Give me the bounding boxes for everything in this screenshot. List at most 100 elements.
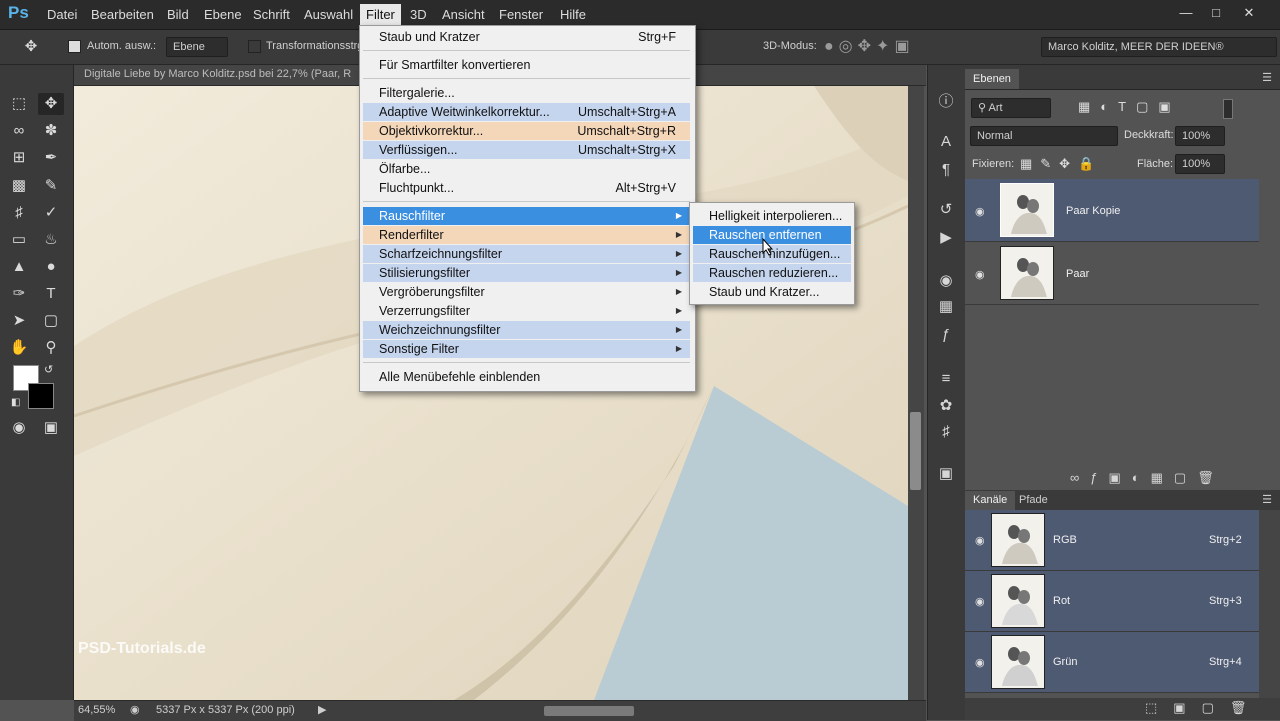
channel-row[interactable]: ◉ RGB Strg+2: [965, 510, 1259, 571]
eyedropper-icon[interactable]: ✒: [38, 147, 64, 169]
horizontal-scrollbar-thumb[interactable]: [544, 706, 634, 716]
info-icon[interactable]: ⓘ: [934, 91, 958, 113]
maximize-icon[interactable]: □: [1203, 3, 1229, 23]
channels-scrollbar[interactable]: [1259, 510, 1280, 700]
eye-icon[interactable]: ◉: [975, 595, 991, 608]
move-tool-preset-icon[interactable]: ✥: [18, 36, 44, 58]
paint-bucket-icon[interactable]: ♨: [38, 229, 64, 251]
layer-actions-icons[interactable]: ∞ƒ▣◐▦▢🗑: [1070, 470, 1225, 486]
menu-auswahl[interactable]: Auswahl: [298, 5, 359, 24]
auto-select-dropdown[interactable]: Ebene: [166, 37, 228, 57]
3d-tools-icon[interactable]: ●◎✥✦▣: [824, 36, 915, 56]
eye-icon[interactable]: ◉: [975, 534, 991, 547]
stylize-filter-item[interactable]: Stilisierungsfilter ▶: [363, 264, 690, 282]
3d-panel-icon[interactable]: ▣: [934, 463, 958, 485]
history-brush-icon[interactable]: ✓: [38, 202, 64, 224]
lens-correction-item[interactable]: Objektivkorrektur... Umschalt+Strg+R: [363, 122, 690, 140]
paragraph-icon[interactable]: ¶: [934, 159, 958, 181]
close-icon[interactable]: ✕: [1236, 3, 1262, 23]
default-colors-icon[interactable]: ◧: [11, 397, 20, 408]
properties-icon[interactable]: ≡: [934, 368, 958, 390]
type-tool-icon[interactable]: T: [38, 283, 64, 305]
tab-channels[interactable]: Kanäle: [965, 491, 1016, 510]
blend-mode-dropdown[interactable]: Normal: [970, 126, 1118, 146]
workspace-dropdown[interactable]: Marco Kolditz, MEER DER IDEEN®: [1041, 37, 1277, 57]
panel-menu-icon[interactable]: ☰: [1262, 493, 1272, 506]
stamp-tool-icon[interactable]: ♯: [6, 202, 32, 224]
show-all-menu-item[interactable]: Alle Menübefehle einblenden: [363, 368, 690, 386]
adaptive-wide-angle-item[interactable]: Adaptive Weitwinkelkorrektur... Umschalt+…: [363, 103, 690, 121]
layer-row[interactable]: ◉ Paar Kopie: [965, 179, 1259, 242]
brush-presets-icon[interactable]: ✿: [934, 395, 958, 417]
panel-menu-icon[interactable]: ☰: [1262, 71, 1272, 84]
render-filter-item[interactable]: Renderfilter ▶: [363, 226, 690, 244]
oil-paint-item[interactable]: Ölfarbe...: [363, 160, 690, 178]
layer-filter-icons[interactable]: ▦◐T▢▣: [1078, 99, 1181, 115]
vanishing-point-item[interactable]: Fluchtpunkt... Alt+Strg+V: [363, 179, 690, 197]
distort-filter-item[interactable]: Verzerrungsfilter ▶: [363, 302, 690, 320]
channel-actions-icons[interactable]: ⬚▣▢🗑: [1145, 700, 1262, 716]
lock-icons[interactable]: ▦✎✥🔒: [1020, 156, 1102, 172]
swap-colors-icon[interactable]: ↺: [44, 363, 53, 376]
actions-icon[interactable]: ▶: [934, 227, 958, 249]
menu-datei[interactable]: Datei: [41, 5, 83, 24]
eraser-tool-icon[interactable]: ▭: [6, 229, 32, 251]
menu-schrift[interactable]: Schrift: [247, 5, 296, 24]
menu-ansicht[interactable]: Ansicht: [436, 5, 491, 24]
layer-filter-dropdown[interactable]: ⚲ Art: [971, 98, 1051, 118]
background-color-swatch[interactable]: [28, 383, 54, 409]
menu-fenster[interactable]: Fenster: [493, 5, 549, 24]
other-filter-item[interactable]: Sonstige Filter ▶: [363, 340, 690, 358]
reduce-noise-item[interactable]: Rauschen reduzieren...: [693, 264, 851, 282]
auto-select-checkbox[interactable]: [68, 40, 81, 53]
vertical-scrollbar[interactable]: [908, 86, 924, 700]
quick-select-icon[interactable]: ✽: [38, 120, 64, 142]
crop-tool-icon[interactable]: ⊞: [6, 147, 32, 169]
last-filter-item[interactable]: Staub und Kratzer Strg+F: [363, 28, 690, 46]
eye-icon[interactable]: ◉: [975, 656, 991, 669]
styles-icon[interactable]: ▦: [934, 296, 958, 318]
brush-tool-icon[interactable]: ✎: [38, 175, 64, 197]
menu-bearbeiten[interactable]: Bearbeiten: [85, 5, 160, 24]
eye-icon[interactable]: ◉: [975, 205, 991, 218]
sharpen-filter-item[interactable]: Scharfzeichnungsfilter ▶: [363, 245, 690, 263]
filter-gallery-item[interactable]: Filtergalerie...: [363, 84, 690, 102]
path-select-icon[interactable]: ➤: [6, 310, 32, 332]
channel-row[interactable]: ◉ Rot Strg+3: [965, 571, 1259, 632]
pen-tool-icon[interactable]: ✑: [6, 283, 32, 305]
blur-filter-item[interactable]: Weichzeichnungsfilter ▶: [363, 321, 690, 339]
pixelate-filter-item[interactable]: Vergröberungsfilter ▶: [363, 283, 690, 301]
move-tool-icon[interactable]: ✥: [38, 93, 64, 115]
blur-tool-icon[interactable]: ▲: [6, 256, 32, 278]
tab-layers[interactable]: Ebenen: [965, 69, 1019, 89]
dust-scratches-item[interactable]: Staub und Kratzer...: [693, 283, 851, 301]
noise-filter-item[interactable]: Rauschfilter ▶: [363, 207, 690, 225]
layer-row[interactable]: ◉ Paar: [965, 242, 1259, 305]
menu-bild[interactable]: Bild: [161, 5, 195, 24]
quick-mask-icon[interactable]: ◉: [6, 417, 32, 439]
liquify-item[interactable]: Verflüssigen... Umschalt+Strg+X: [363, 141, 690, 159]
scrollbar-thumb[interactable]: [910, 412, 921, 490]
zoom-tool-icon[interactable]: ⚲: [38, 337, 64, 359]
eye-icon[interactable]: ◉: [975, 268, 991, 281]
channel-row[interactable]: ◉ Grün Strg+4: [965, 632, 1259, 693]
doc-info-icon[interactable]: ◉: [130, 703, 140, 716]
marquee-tool-icon[interactable]: ⬚: [6, 93, 32, 115]
clone-source-icon[interactable]: ♯: [934, 421, 958, 443]
menu-hilfe[interactable]: Hilfe: [554, 5, 592, 24]
fill-field[interactable]: 100%: [1175, 154, 1225, 174]
status-arrow-icon[interactable]: ▶: [318, 703, 326, 716]
transform-checkbox[interactable]: [248, 40, 261, 53]
shape-tool-icon[interactable]: ▢: [38, 310, 64, 332]
menu-filter[interactable]: Filter: [360, 4, 401, 25]
adjustments-icon[interactable]: ƒ: [934, 324, 958, 346]
zoom-level[interactable]: 64,55%: [78, 704, 115, 716]
filter-toggle-switch[interactable]: [1223, 99, 1233, 119]
history-icon[interactable]: ↺: [934, 199, 958, 221]
healing-brush-icon[interactable]: ▩: [6, 175, 32, 197]
interpolate-brightness-item[interactable]: Helligkeit interpolieren...: [693, 207, 851, 225]
opacity-field[interactable]: 100%: [1175, 126, 1225, 146]
menu-ebene[interactable]: Ebene: [198, 5, 248, 24]
screen-mode-icon[interactable]: ▣: [38, 417, 64, 439]
tab-paths[interactable]: Pfade: [1011, 491, 1056, 510]
